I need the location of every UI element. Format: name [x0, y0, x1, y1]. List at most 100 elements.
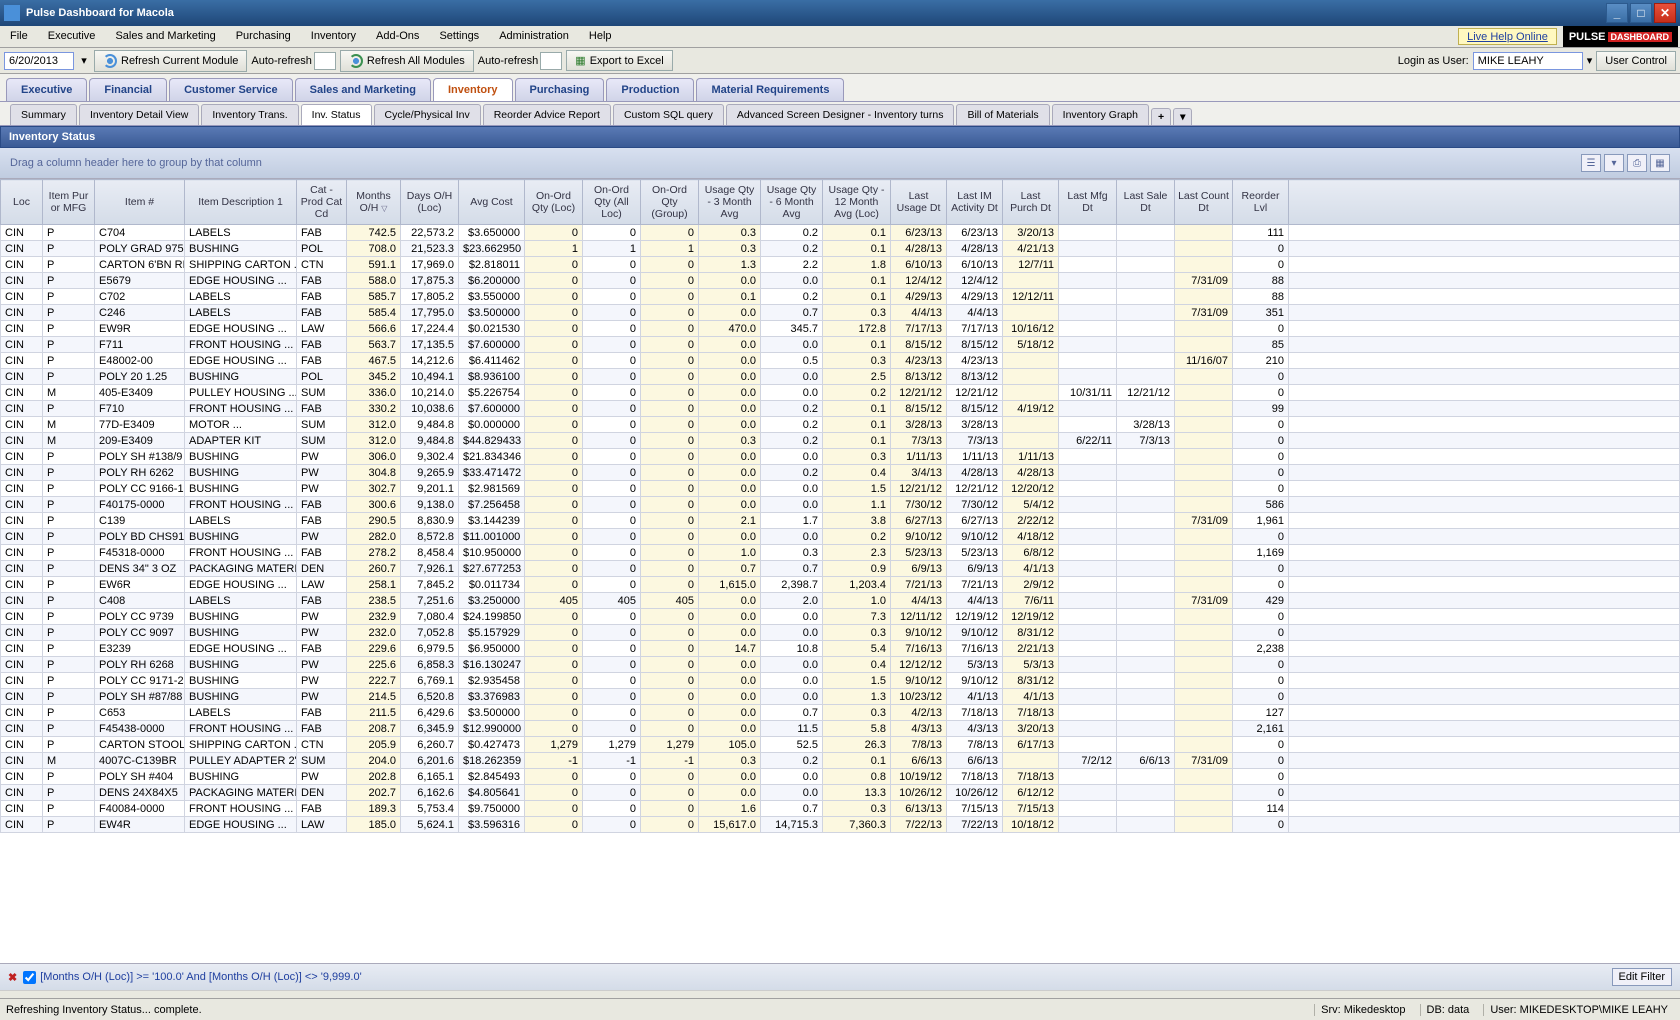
table-row[interactable]: CINM77D-E3409MOTOR ...SUM312.09,484.8$0.… — [1, 417, 1680, 433]
col-header-oqa[interactable]: On-Ord Qty (All Loc) — [583, 180, 641, 225]
table-row[interactable]: CINPPOLY RH 6262BUSHINGPW304.89,265.9$33… — [1, 465, 1680, 481]
table-row[interactable]: CINPDENS 24X84X5PACKAGING MATERI...DEN20… — [1, 785, 1680, 801]
table-row[interactable]: CINPPOLY GRAD 9757BUSHINGPOL708.021,523.… — [1, 241, 1680, 257]
table-row[interactable]: CINPC704LABELSFAB742.522,573.2$3.6500000… — [1, 225, 1680, 241]
login-user-select[interactable] — [1473, 52, 1583, 70]
table-row[interactable]: CINPC246LABELSFAB585.417,795.0$3.5000000… — [1, 305, 1680, 321]
col-header-lcd[interactable]: Last Count Dt — [1175, 180, 1233, 225]
col-header-moh[interactable]: Months O/H ▽ — [347, 180, 401, 225]
table-row[interactable]: CINPEW6REDGE HOUSING ...LAW258.17,845.2$… — [1, 577, 1680, 593]
col-header-cat[interactable]: Cat - Prod Cat Cd — [297, 180, 347, 225]
tab-overflow-button[interactable]: ▾ — [1173, 108, 1192, 125]
subtab-cycle-physical-inv[interactable]: Cycle/Physical Inv — [374, 104, 481, 125]
tab-purchasing[interactable]: Purchasing — [515, 78, 605, 101]
table-row[interactable]: CINPC702LABELSFAB585.717,805.2$3.5500000… — [1, 289, 1680, 305]
subtab-inventory-trans-[interactable]: Inventory Trans. — [201, 104, 298, 125]
view-dropdown-icon[interactable]: ▾ — [1604, 154, 1624, 172]
col-header-oql[interactable]: On-Ord Qty (Loc) — [525, 180, 583, 225]
menu-administration[interactable]: Administration — [489, 26, 579, 47]
edit-filter-button[interactable]: Edit Filter — [1612, 968, 1672, 986]
date-input[interactable] — [4, 52, 74, 70]
table-row[interactable]: CINPPOLY RH 6268BUSHINGPW225.66,858.3$16… — [1, 657, 1680, 673]
table-row[interactable]: CINPDENS 34" 3 OZPACKAGING MATERI...DEN2… — [1, 561, 1680, 577]
col-header-u3[interactable]: Usage Qty - 3 Month Avg — [699, 180, 761, 225]
menu-help[interactable]: Help — [579, 26, 622, 47]
col-header-pur[interactable]: Item Pur or MFG — [43, 180, 95, 225]
refresh-current-button[interactable]: Refresh Current Module — [94, 50, 247, 72]
table-row[interactable]: CINPPOLY 20 1.25BUSHINGPOL345.210,494.1$… — [1, 369, 1680, 385]
add-tab-button[interactable]: + — [1151, 108, 1171, 125]
export-excel-button[interactable]: ▦ Export to Excel — [566, 50, 672, 71]
minimize-button[interactable]: _ — [1606, 3, 1628, 23]
table-row[interactable]: CINPPOLY CC 9166-16BUSHINGPW302.79,201.1… — [1, 481, 1680, 497]
group-by-bar[interactable]: Drag a column header here to group by th… — [0, 148, 1680, 179]
col-header-u12[interactable]: Usage Qty - 12 Month Avg (Loc) — [823, 180, 891, 225]
user-control-button[interactable]: User Control — [1596, 51, 1676, 71]
table-row[interactable]: CINPC139LABELSFAB290.58,830.9$3.14423900… — [1, 513, 1680, 529]
table-row[interactable]: CINPF40084-0000FRONT HOUSING ...FAB189.3… — [1, 801, 1680, 817]
menu-add-ons[interactable]: Add-Ons — [366, 26, 429, 47]
table-row[interactable]: CINPF40175-0000FRONT HOUSING ...FAB300.6… — [1, 497, 1680, 513]
table-row[interactable]: CINPPOLY SH #87/88BUSHINGPW214.56,520.8$… — [1, 689, 1680, 705]
table-row[interactable]: CINPPOLY CC 9097BUSHINGPW232.07,052.8$5.… — [1, 625, 1680, 641]
table-row[interactable]: CINPPOLY BD CHS91...BUSHINGPW282.08,572.… — [1, 529, 1680, 545]
tab-production[interactable]: Production — [606, 78, 694, 101]
col-header-rlv[interactable]: Reorder Lvl — [1233, 180, 1289, 225]
menu-executive[interactable]: Executive — [38, 26, 106, 47]
col-header-loc[interactable]: Loc — [1, 180, 43, 225]
export-grid-icon[interactable]: ▦ — [1650, 154, 1670, 172]
table-row[interactable]: CINPPOLY CC 9739BUSHINGPW232.97,080.4$24… — [1, 609, 1680, 625]
tab-executive[interactable]: Executive — [6, 78, 87, 101]
refresh-all-button[interactable]: Refresh All Modules — [340, 50, 474, 72]
table-row[interactable]: CINPPOLY SH #138/9BUSHINGPW306.09,302.4$… — [1, 449, 1680, 465]
table-row[interactable]: CINM4007C-C139BRPULLEY ADAPTER 2"...SUM2… — [1, 753, 1680, 769]
filter-enabled-checkbox[interactable] — [23, 971, 36, 984]
col-header-lia[interactable]: Last IM Activity Dt — [947, 180, 1003, 225]
table-row[interactable]: CINPCARTON 6'BN RHSHIPPING CARTON ...CTN… — [1, 257, 1680, 273]
tab-sales-and-marketing[interactable]: Sales and Marketing — [295, 78, 431, 101]
print-icon[interactable]: ⎙ — [1627, 154, 1647, 172]
col-header-doh[interactable]: Days O/H (Loc) — [401, 180, 459, 225]
tab-material-requirements[interactable]: Material Requirements — [696, 78, 844, 101]
subtab-advanced-screen-designer-inventory-turns[interactable]: Advanced Screen Designer - Inventory tur… — [726, 104, 955, 125]
table-row[interactable]: CINPPOLY SH #404BUSHINGPW202.86,165.1$2.… — [1, 769, 1680, 785]
live-help-link[interactable]: Live Help Online — [1458, 28, 1557, 45]
table-row[interactable]: CINPCARTON STOOLSHIPPING CARTON ...CTN20… — [1, 737, 1680, 753]
menu-file[interactable]: File — [0, 26, 38, 47]
table-row[interactable]: CINPC408LABELSFAB238.57,251.6$3.25000040… — [1, 593, 1680, 609]
table-row[interactable]: CINM209-E3409ADAPTER KITSUM312.09,484.8$… — [1, 433, 1680, 449]
col-header-desc[interactable]: Item Description 1 — [185, 180, 297, 225]
subtab-inventory-detail-view[interactable]: Inventory Detail View — [79, 104, 199, 125]
table-row[interactable]: CINPF45438-0000FRONT HOUSING ...FAB208.7… — [1, 721, 1680, 737]
subtab-inv-status[interactable]: Inv. Status — [301, 104, 372, 125]
table-row[interactable]: CINPPOLY CC 9171-21BUSHINGPW222.76,769.1… — [1, 673, 1680, 689]
subtab-reorder-advice-report[interactable]: Reorder Advice Report — [483, 104, 611, 125]
subtab-summary[interactable]: Summary — [10, 104, 77, 125]
date-dropdown-icon[interactable]: ▾ — [78, 54, 90, 67]
subtab-inventory-graph[interactable]: Inventory Graph — [1052, 104, 1149, 125]
login-dropdown-icon[interactable]: ▾ — [1587, 54, 1593, 67]
subtab-custom-sql-query[interactable]: Custom SQL query — [613, 104, 724, 125]
table-row[interactable]: CINM405-E3409PULLEY HOUSING ...SUM336.01… — [1, 385, 1680, 401]
col-header-lud[interactable]: Last Usage Dt — [891, 180, 947, 225]
col-header-u6[interactable]: Usage Qty - 6 Month Avg — [761, 180, 823, 225]
view-selector-icon[interactable]: ☰ — [1581, 154, 1601, 172]
menu-sales-and-marketing[interactable]: Sales and Marketing — [105, 26, 225, 47]
tab-inventory[interactable]: Inventory — [433, 78, 513, 101]
col-header-lsd[interactable]: Last Sale Dt — [1117, 180, 1175, 225]
table-row[interactable]: CINPEW4REDGE HOUSING ...LAW185.05,624.1$… — [1, 817, 1680, 833]
tab-customer-service[interactable]: Customer Service — [169, 78, 293, 101]
subtab-bill-of-materials[interactable]: Bill of Materials — [956, 104, 1049, 125]
table-row[interactable]: CINPF45318-0000FRONT HOUSING ...FAB278.2… — [1, 545, 1680, 561]
maximize-button[interactable]: □ — [1630, 3, 1652, 23]
col-header-lpd[interactable]: Last Purch Dt — [1003, 180, 1059, 225]
table-row[interactable]: CINPE5679EDGE HOUSING ...FAB588.017,875.… — [1, 273, 1680, 289]
menu-settings[interactable]: Settings — [429, 26, 489, 47]
table-row[interactable]: CINPF711FRONT HOUSING ...FAB563.717,135.… — [1, 337, 1680, 353]
table-row[interactable]: CINPEW9REDGE HOUSING ...LAW566.617,224.4… — [1, 321, 1680, 337]
col-header-oqg[interactable]: On-Ord Qty (Group) — [641, 180, 699, 225]
col-header-avg[interactable]: Avg Cost — [459, 180, 525, 225]
col-header-lmd[interactable]: Last Mfg Dt — [1059, 180, 1117, 225]
auto-refresh-toggle-2[interactable] — [540, 52, 562, 70]
table-row[interactable]: CINPE3239EDGE HOUSING ...FAB229.66,979.5… — [1, 641, 1680, 657]
